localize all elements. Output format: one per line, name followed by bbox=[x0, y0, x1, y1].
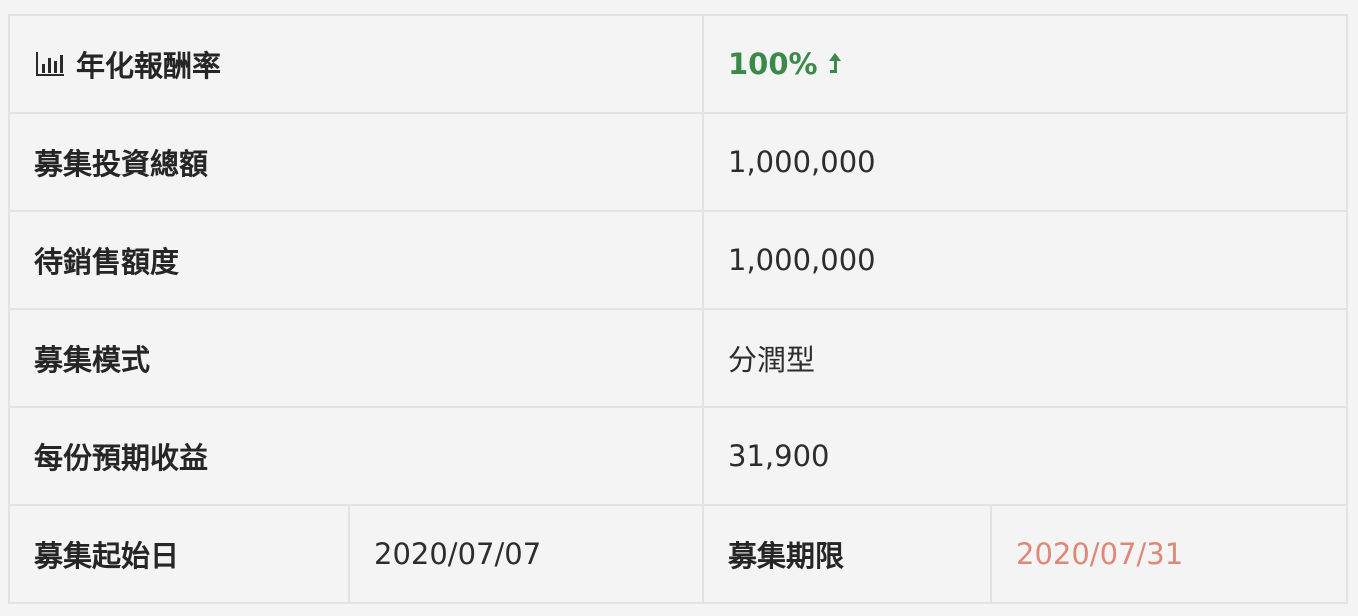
total-amount-value: 1,000,000 bbox=[728, 145, 876, 179]
annual-rate-label-cell: 年化報酬率 bbox=[10, 16, 704, 112]
expected-return-label: 每份預期收益 bbox=[10, 408, 704, 504]
deadline-label: 募集期限 bbox=[704, 506, 992, 602]
mode-value: 分潤型 bbox=[728, 343, 816, 377]
mode-label: 募集模式 bbox=[10, 310, 704, 406]
remaining-label: 待銷售額度 bbox=[10, 212, 704, 308]
remaining-value: 1,000,000 bbox=[728, 243, 876, 277]
start-date-label: 募集起始日 bbox=[10, 506, 350, 602]
table-row-annual-rate: 年化報酬率 100% bbox=[10, 16, 1346, 114]
table-row-mode: 募集模式 分潤型 bbox=[10, 310, 1346, 408]
total-amount-label: 募集投資總額 bbox=[10, 114, 704, 210]
investment-info-table: 年化報酬率 100% 募集投資總額 1,000,000 待銷售額度 1,000,… bbox=[8, 14, 1348, 604]
annual-rate-value-cell: 100% bbox=[704, 16, 1346, 112]
expected-return-value: 31,900 bbox=[728, 439, 830, 473]
table-row-expected-return: 每份預期收益 31,900 bbox=[10, 408, 1346, 506]
table-row-remaining: 待銷售額度 1,000,000 bbox=[10, 212, 1346, 310]
table-row-total-amount: 募集投資總額 1,000,000 bbox=[10, 114, 1346, 212]
start-date-value: 2020/07/07 bbox=[350, 506, 704, 602]
annual-rate-label: 年化報酬率 bbox=[76, 49, 222, 83]
deadline-value: 2020/07/31 bbox=[1016, 537, 1184, 571]
arrow-up-icon bbox=[828, 53, 841, 73]
annual-rate-value: 100% bbox=[728, 47, 818, 81]
table-row-dates: 募集起始日 2020/07/07 募集期限 2020/07/31 bbox=[10, 506, 1346, 604]
bar-chart-icon bbox=[36, 52, 64, 76]
